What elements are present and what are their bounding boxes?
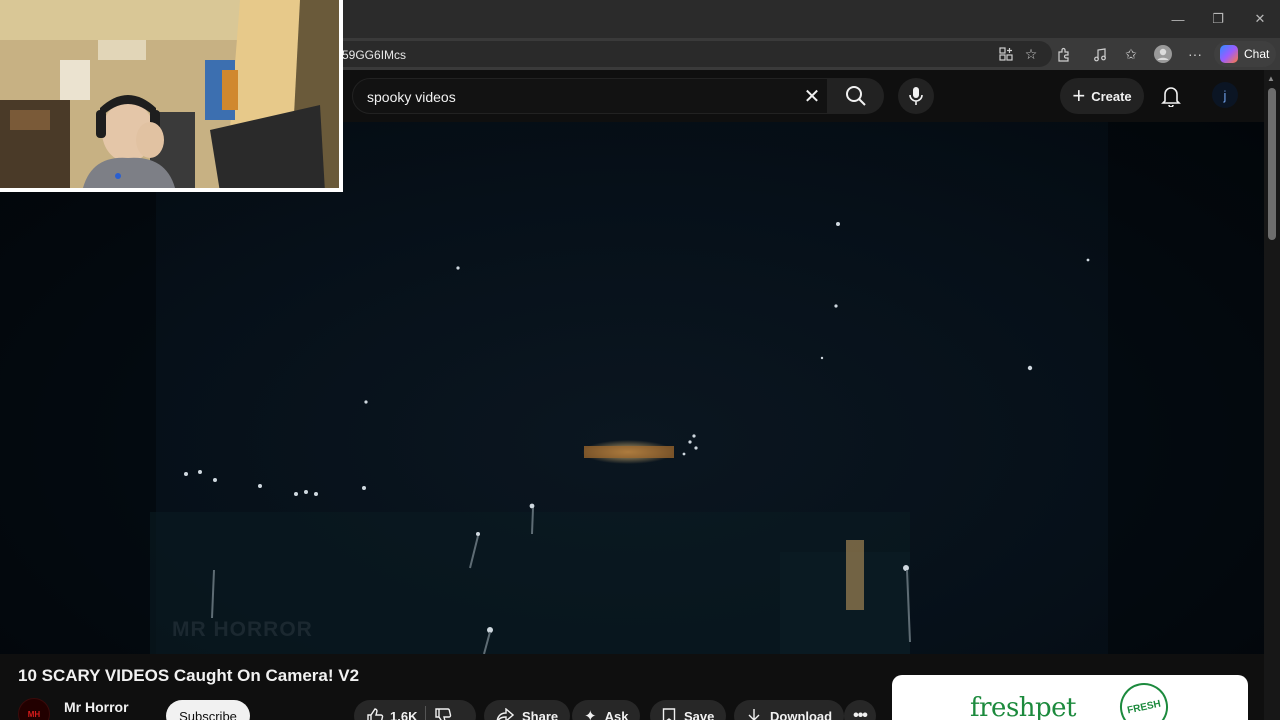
chat-label: Chat bbox=[1244, 47, 1270, 61]
ad-brand-logo: freshpet bbox=[970, 693, 1077, 720]
notifications-button[interactable] bbox=[1156, 81, 1186, 111]
app-available-icon[interactable] bbox=[993, 41, 1019, 67]
webcam-image bbox=[0, 0, 343, 192]
sparkle-icon: ✦ bbox=[584, 708, 597, 720]
account-initial: j bbox=[1223, 87, 1227, 103]
search-input[interactable]: spooky videos ✕ bbox=[352, 78, 828, 114]
voice-search-button[interactable] bbox=[898, 78, 934, 114]
favorite-star-icon[interactable]: ☆ bbox=[1018, 41, 1044, 67]
extensions-icon[interactable] bbox=[1050, 41, 1076, 67]
more-actions-button[interactable]: ••• bbox=[844, 700, 876, 720]
restore-button[interactable]: ❐ bbox=[1198, 6, 1238, 32]
bell-icon bbox=[1161, 87, 1181, 107]
like-button[interactable]: 1.6K bbox=[366, 707, 417, 720]
download-icon bbox=[748, 709, 760, 720]
favorites-icon[interactable]: ✩ bbox=[1118, 41, 1144, 67]
subscribe-button[interactable]: Subscribe bbox=[166, 700, 250, 720]
more-icon[interactable]: ··· bbox=[1182, 41, 1208, 67]
copilot-icon bbox=[1220, 45, 1238, 63]
channel-avatar-text: MH bbox=[27, 709, 41, 719]
thumbs-up-icon bbox=[367, 708, 384, 720]
thumbs-down-icon[interactable] bbox=[434, 707, 452, 720]
like-dislike-group: 1.6K bbox=[354, 700, 476, 720]
video-title: 10 SCARY VIDEOS Caught On Camera! V2 bbox=[18, 666, 360, 685]
plus-icon: + bbox=[1072, 83, 1086, 108]
download-button[interactable]: Download bbox=[734, 700, 845, 720]
more-dots-icon: ••• bbox=[853, 707, 868, 720]
share-button[interactable]: Share bbox=[484, 700, 571, 720]
channel-name[interactable]: Mr Horror bbox=[64, 699, 129, 715]
video-player[interactable]: MR HORROR bbox=[0, 122, 1264, 654]
channel-avatar[interactable]: MH bbox=[18, 698, 50, 720]
download-label: Download bbox=[770, 708, 833, 720]
create-label: Create bbox=[1091, 88, 1132, 104]
share-icon bbox=[496, 708, 514, 720]
account-avatar[interactable]: j bbox=[1212, 82, 1238, 108]
like-count: 1.6K bbox=[390, 708, 418, 720]
url-text: 59GG6IMcs bbox=[342, 48, 407, 62]
like-divider bbox=[425, 706, 427, 720]
ad-badge-text: FRESH bbox=[1126, 698, 1162, 716]
scroll-up-icon[interactable]: ▲ bbox=[1267, 74, 1275, 83]
close-window-button[interactable]: ✕ bbox=[1240, 6, 1280, 32]
ask-label: Ask bbox=[604, 708, 629, 720]
webcam-overlay bbox=[0, 0, 343, 192]
copilot-chat-button[interactable]: Chat bbox=[1214, 41, 1276, 67]
page-scrollbar[interactable]: ▲ bbox=[1264, 70, 1280, 720]
save-button[interactable]: Save bbox=[650, 700, 727, 720]
microphone-icon bbox=[909, 87, 923, 105]
bookmark-icon bbox=[662, 708, 676, 720]
ad-badge: FRESH bbox=[1115, 678, 1173, 720]
search-button[interactable] bbox=[828, 78, 884, 114]
scroll-thumb[interactable] bbox=[1268, 88, 1276, 240]
video-frame bbox=[150, 222, 1090, 654]
clear-search-icon[interactable]: ✕ bbox=[799, 83, 825, 109]
ask-button[interactable]: ✦ Ask bbox=[572, 700, 641, 720]
read-aloud-icon[interactable] bbox=[1087, 41, 1113, 67]
video-watermark: MR HORROR bbox=[172, 618, 313, 641]
save-label: Save bbox=[684, 708, 715, 720]
search-query: spooky videos bbox=[367, 89, 456, 105]
ad-card[interactable]: freshpet FRESH bbox=[892, 675, 1248, 720]
share-label: Share bbox=[522, 708, 559, 720]
minimize-button[interactable]: — bbox=[1158, 6, 1198, 32]
profile-icon[interactable] bbox=[1150, 41, 1176, 67]
search-icon bbox=[846, 86, 866, 106]
create-button[interactable]: + Create bbox=[1060, 78, 1144, 114]
